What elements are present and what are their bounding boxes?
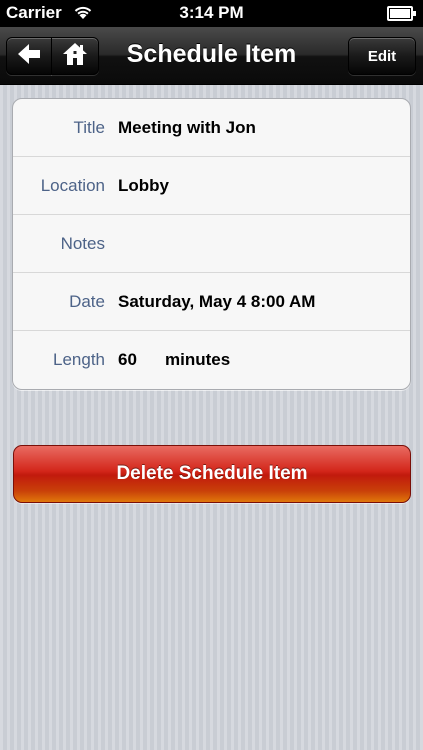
date-value: Saturday, May 4 8:00 AM — [118, 292, 316, 311]
title-label: Title — [73, 118, 106, 137]
status-bar: Carrier 3:14 PM — [0, 0, 423, 27]
navigation-bar: Schedule Item Edit — [0, 27, 423, 85]
schedule-details-table: Title Meeting with Jon Location Lobby No… — [12, 98, 411, 390]
length-value: 60 — [118, 350, 137, 369]
battery-icon — [387, 6, 416, 21]
length-unit: minutes — [165, 350, 231, 369]
title-value: Meeting with Jon — [118, 118, 256, 137]
title-row[interactable]: Title Meeting with Jon — [13, 99, 410, 157]
location-row[interactable]: Location Lobby — [13, 157, 410, 215]
notes-row[interactable]: Notes — [13, 215, 410, 273]
date-label: Date — [69, 292, 105, 311]
date-row[interactable]: Date Saturday, May 4 8:00 AM — [13, 273, 410, 331]
clock: 3:14 PM — [179, 3, 244, 22]
location-value: Lobby — [118, 176, 169, 195]
delete-schedule-item-button[interactable]: Delete Schedule Item — [13, 445, 411, 503]
length-label: Length — [53, 350, 105, 369]
length-row[interactable]: Length 60 minutes — [13, 331, 410, 388]
edit-button[interactable]: Edit — [348, 37, 416, 75]
notes-label: Notes — [60, 234, 105, 253]
location-label: Location — [40, 176, 105, 195]
